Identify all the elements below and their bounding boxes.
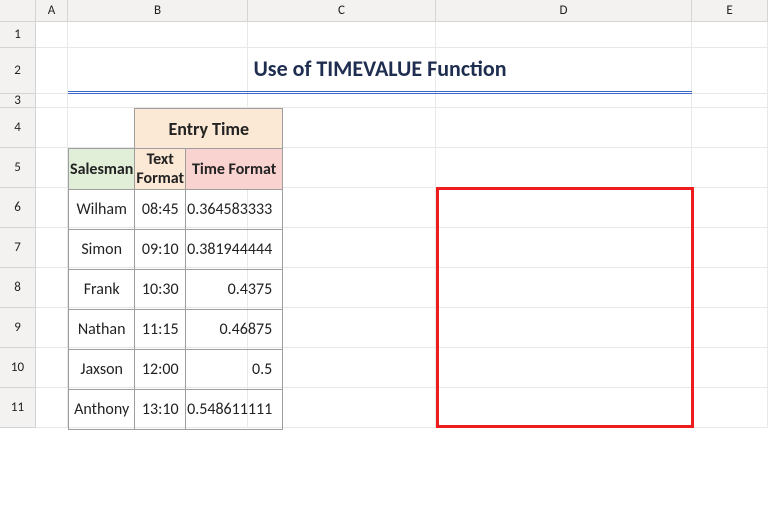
spreadsheet: A B C D E 1 2 3 4 5 6 7 8 9 10 11 xyxy=(0,0,768,22)
row-header-6[interactable]: 6 xyxy=(0,188,36,228)
blank-cell[interactable] xyxy=(69,109,135,149)
table-row: Anthony 13:10 0.548611111 xyxy=(69,390,283,430)
cell-salesman[interactable]: Jaxson xyxy=(69,350,135,390)
cell-salesman[interactable]: Anthony xyxy=(69,390,135,430)
col-header-A[interactable]: A xyxy=(36,0,68,21)
cell-time-format[interactable]: 0.46875 xyxy=(186,310,283,350)
table-row: Nathan 11:15 0.46875 xyxy=(69,310,283,350)
table-row: Frank 10:30 0.4375 xyxy=(69,270,283,310)
cell-salesman[interactable]: Frank xyxy=(69,270,135,310)
cell-text-format[interactable]: 09:10 xyxy=(135,230,186,270)
cell-text-format[interactable]: 10:30 xyxy=(135,270,186,310)
row-header-1[interactable]: 1 xyxy=(0,22,36,48)
cell-time-format[interactable]: 0.4375 xyxy=(186,270,283,310)
cell-salesman[interactable]: Wilham xyxy=(69,190,135,230)
col-header-B[interactable]: B xyxy=(68,0,248,21)
cell-time-format[interactable]: 0.381944444 xyxy=(186,230,283,270)
cell-time-format[interactable]: 0.548611111 xyxy=(186,390,283,430)
header-salesman[interactable]: Salesman xyxy=(69,149,135,190)
cell-salesman[interactable]: Simon xyxy=(69,230,135,270)
page-title: Use of TIMEVALUE Function xyxy=(68,48,692,94)
row-header-9[interactable]: 9 xyxy=(0,308,36,348)
select-all-corner[interactable] xyxy=(0,0,36,22)
row-header-3[interactable]: 3 xyxy=(0,94,36,108)
header-entry-time[interactable]: Entry Time xyxy=(135,109,283,149)
row-header-5[interactable]: 5 xyxy=(0,148,36,188)
col-header-C[interactable]: C xyxy=(248,0,436,21)
cell-time-format[interactable]: 0.5 xyxy=(186,350,283,390)
col-header-E[interactable]: E xyxy=(692,0,768,21)
data-table: Entry Time Salesman Text Format Time For… xyxy=(68,108,283,430)
table-row: Wilham 08:45 0.364583333 xyxy=(69,190,283,230)
row-header-8[interactable]: 8 xyxy=(0,268,36,308)
cell-text-format[interactable]: 11:15 xyxy=(135,310,186,350)
table-row: Simon 09:10 0.381944444 xyxy=(69,230,283,270)
cell-text-format[interactable]: 08:45 xyxy=(135,190,186,230)
row-headers: 1 2 3 4 5 6 7 8 9 10 11 xyxy=(0,22,36,428)
cell-time-format[interactable]: 0.364583333 xyxy=(186,190,283,230)
row-header-7[interactable]: 7 xyxy=(0,228,36,268)
header-text-format[interactable]: Text Format xyxy=(135,149,186,190)
column-headers: A B C D E xyxy=(0,0,768,22)
cell-salesman[interactable]: Nathan xyxy=(69,310,135,350)
row-header-11[interactable]: 11 xyxy=(0,388,36,428)
table-row: Jaxson 12:00 0.5 xyxy=(69,350,283,390)
row-header-4[interactable]: 4 xyxy=(0,108,36,148)
cell-text-format[interactable]: 12:00 xyxy=(135,350,186,390)
row-header-10[interactable]: 10 xyxy=(0,348,36,388)
cell-text-format[interactable]: 13:10 xyxy=(135,390,186,430)
row-header-2[interactable]: 2 xyxy=(0,48,36,94)
header-time-format[interactable]: Time Format xyxy=(186,149,283,190)
col-header-D[interactable]: D xyxy=(436,0,692,21)
